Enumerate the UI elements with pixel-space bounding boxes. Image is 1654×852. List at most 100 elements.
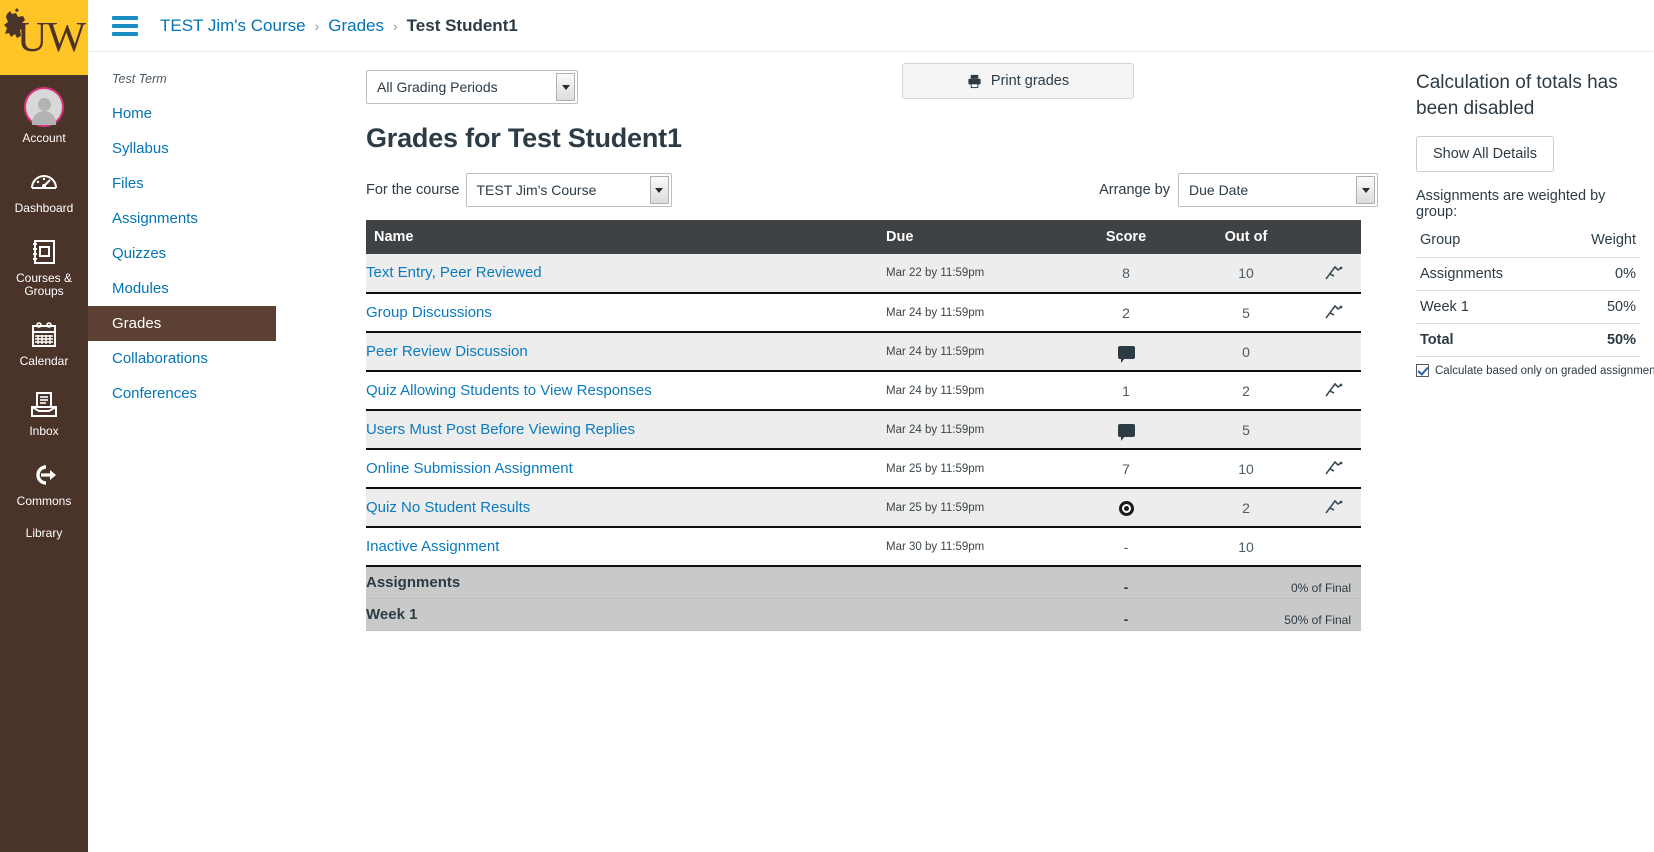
- assignment-rubric-cell: [1306, 449, 1361, 488]
- global-nav-courses-label: Courses & Groups: [15, 271, 73, 298]
- printer-icon: [968, 74, 981, 88]
- weight-row: Week 1 50%: [1416, 290, 1640, 324]
- uw-logo[interactable]: UW: [0, 0, 88, 75]
- chevron-down-icon[interactable]: [1356, 176, 1375, 204]
- comment-bubble-icon[interactable]: [1117, 346, 1135, 364]
- column-header-out-of[interactable]: Out of: [1186, 220, 1306, 254]
- course-nav-home[interactable]: Home: [88, 96, 276, 131]
- weight-value-cell: 50%: [1557, 323, 1640, 356]
- print-grades-label: Print grades: [990, 73, 1070, 89]
- calculate-graded-only-checkbox[interactable]: [1416, 364, 1429, 377]
- assignment-out-of-cell: 0: [1242, 343, 1250, 360]
- assignment-score-cell: [1066, 488, 1186, 527]
- global-nav-dashboard[interactable]: Dashboard: [0, 155, 88, 225]
- global-nav-courses[interactable]: Courses & Groups: [0, 225, 88, 308]
- global-nav-library-label: Library: [25, 526, 63, 540]
- course-nav-files[interactable]: Files: [88, 166, 276, 201]
- group-score-cell: -: [1123, 610, 1129, 627]
- global-nav-calendar[interactable]: Calendar: [0, 308, 88, 378]
- global-navigation: UW Account Dashboard Courses & Groups Ca…: [0, 0, 88, 852]
- global-nav-account-label: Account: [22, 131, 66, 145]
- breadcrumb-grades[interactable]: Grades: [328, 16, 384, 36]
- weight-note: Assignments are weighted by group:: [1416, 188, 1606, 220]
- assignment-score-cell: [1066, 410, 1186, 449]
- filter-row: For the course TEST Jim's Course Arrange…: [366, 170, 1394, 210]
- grades-table-header-row: Name Due Score Out of: [366, 220, 1361, 254]
- assignment-out-of-cell: 10: [1238, 460, 1254, 477]
- weight-value-cell: 50%: [1557, 290, 1640, 324]
- arrange-by-select[interactable]: Due Date: [1178, 173, 1378, 207]
- column-header-score[interactable]: Score: [1066, 220, 1186, 254]
- course-nav-collaborations[interactable]: Collaborations: [88, 341, 276, 376]
- assignment-name-cell: Text Entry, Peer Reviewed: [366, 254, 886, 293]
- course-nav-quizzes[interactable]: Quizzes: [88, 236, 276, 271]
- assignment-name-cell: Group Discussions: [366, 293, 886, 332]
- global-nav-inbox-label: Inbox: [29, 424, 59, 438]
- breadcrumb-separator-2: ›: [393, 17, 398, 34]
- course-nav-assignments[interactable]: Assignments: [88, 201, 276, 236]
- hamburger-menu-icon[interactable]: [112, 15, 138, 36]
- assignment-rubric-cell: [1306, 293, 1361, 332]
- global-nav-library[interactable]: Library: [0, 518, 88, 550]
- course-nav-grades[interactable]: Grades: [88, 306, 276, 341]
- assignment-score-cell: -: [1123, 538, 1129, 555]
- arrange-by-value: Due Date: [1189, 182, 1249, 198]
- global-nav-account[interactable]: Account: [0, 75, 88, 155]
- course-select-value: TEST Jim's Course: [476, 182, 597, 198]
- assignment-name-cell: Quiz Allowing Students to View Responses: [366, 371, 886, 410]
- assignment-link[interactable]: Text Entry, Peer Reviewed: [366, 264, 542, 281]
- assignment-link[interactable]: Online Submission Assignment: [366, 460, 573, 477]
- assignment-score-cell: 2: [1122, 304, 1130, 321]
- assignment-link[interactable]: Peer Review Discussion: [366, 343, 528, 360]
- assignment-rubric-cell: [1306, 254, 1361, 293]
- grades-sidebar: Calculation of totals has been disabled …: [1404, 52, 1654, 852]
- group-summary-row: Week 1 - 50% of Final: [366, 598, 1361, 630]
- main-content: All Grading Periods Print grades Grades …: [276, 52, 1404, 852]
- column-header-name[interactable]: Name: [366, 220, 886, 254]
- breadcrumb: TEST Jim's Course › Grades › Test Studen…: [160, 16, 518, 36]
- bucking-horse-icon: [4, 8, 25, 38]
- assignment-rubric-cell: [1306, 527, 1361, 566]
- group-weights-body: Assignments 0% Week 1 50% Total 50%: [1416, 257, 1640, 356]
- table-row: Peer Review Discussion Mar 24 by 11:59pm 0: [366, 332, 1361, 371]
- print-grades-button[interactable]: Print grades: [902, 63, 1134, 99]
- show-all-details-button[interactable]: Show All Details: [1416, 136, 1554, 172]
- course-nav-syllabus[interactable]: Syllabus: [88, 131, 276, 166]
- assignment-out-of-cell: 5: [1242, 304, 1250, 321]
- course-nav-modules[interactable]: Modules: [88, 271, 276, 306]
- weight-row: Assignments 0%: [1416, 257, 1640, 291]
- assignment-link[interactable]: Group Discussions: [366, 304, 492, 321]
- chevron-down-icon[interactable]: [556, 73, 575, 101]
- courses-book-icon: [33, 240, 55, 264]
- chevron-down-icon[interactable]: [649, 176, 669, 204]
- course-navigation: Test Term Home Syllabus Files Assignment…: [88, 52, 276, 852]
- column-header-due[interactable]: Due: [886, 220, 1066, 254]
- assignment-score-cell: [1066, 332, 1186, 371]
- assignment-rubric-cell: [1306, 488, 1361, 527]
- assignment-link[interactable]: Inactive Assignment: [366, 538, 499, 555]
- table-row: Quiz Allowing Students to View Responses…: [366, 371, 1361, 410]
- top-bar: TEST Jim's Course › Grades › Test Studen…: [88, 0, 1654, 52]
- grading-period-row: All Grading Periods: [366, 70, 1394, 104]
- course-nav-conferences[interactable]: Conferences: [88, 376, 276, 411]
- weight-value-cell: 0%: [1557, 257, 1640, 291]
- assignment-out-of-cell: 10: [1238, 538, 1254, 555]
- assignment-due-cell: Mar 25 by 11:59pm: [886, 462, 985, 475]
- course-select[interactable]: TEST Jim's Course: [465, 173, 672, 207]
- breadcrumb-course[interactable]: TEST Jim's Course: [160, 16, 306, 36]
- canvas-grades-page: UW Account Dashboard Courses & Groups Ca…: [0, 0, 1654, 852]
- assignment-out-of-cell: 2: [1242, 499, 1250, 516]
- assignment-link[interactable]: Users Must Post Before Viewing Replies: [366, 421, 635, 438]
- page-title: Grades for Test Student1: [366, 123, 682, 153]
- assignment-link[interactable]: Quiz No Student Results: [366, 499, 530, 516]
- assignment-name-cell: Users Must Post Before Viewing Replies: [366, 410, 886, 449]
- calculate-graded-only-row[interactable]: Calculate based only on graded assignmen…: [1416, 356, 1654, 377]
- global-nav-inbox[interactable]: Inbox: [0, 378, 88, 448]
- comment-bubble-icon[interactable]: [1117, 424, 1135, 442]
- group-spacer-cell: [886, 598, 1066, 630]
- global-nav-commons[interactable]: Commons: [0, 448, 88, 518]
- assignment-due-cell: Mar 24 by 11:59pm: [886, 306, 985, 319]
- rubric-icon: [1324, 383, 1342, 397]
- grading-period-select[interactable]: All Grading Periods: [366, 70, 578, 104]
- assignment-link[interactable]: Quiz Allowing Students to View Responses: [366, 382, 652, 399]
